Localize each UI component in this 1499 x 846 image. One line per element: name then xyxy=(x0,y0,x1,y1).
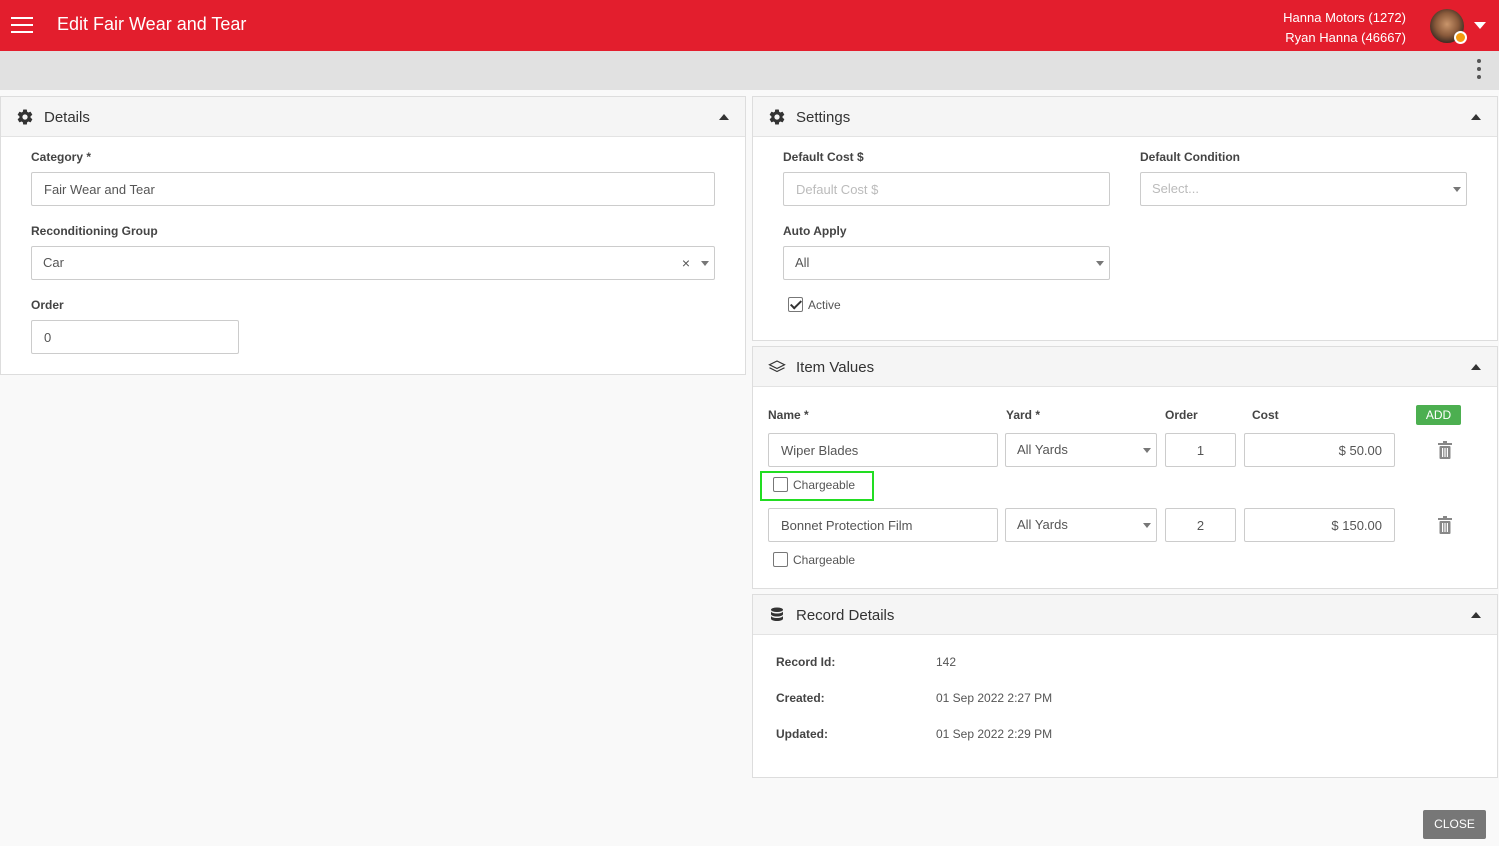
collapse-caret-icon[interactable] xyxy=(1471,612,1481,618)
collapse-caret-icon[interactable] xyxy=(719,114,729,120)
chevron-down-icon xyxy=(1453,187,1461,192)
page-title: Edit Fair Wear and Tear xyxy=(57,14,247,34)
item-yard-select[interactable]: All Yards xyxy=(1005,508,1157,542)
record-details-header[interactable]: Record Details xyxy=(753,595,1497,635)
item-chargeable-label: Chargeable xyxy=(793,553,856,567)
name-column-header: Name * xyxy=(768,408,809,422)
record-id-value: 142 xyxy=(936,655,957,669)
order-label: Order xyxy=(31,298,64,312)
record-details-title: Record Details xyxy=(796,607,895,624)
record-details-panel: Record Details xyxy=(752,594,1498,778)
hamburger-menu-icon[interactable] xyxy=(11,17,33,35)
item-values-title: Item Values xyxy=(796,359,875,376)
item-yard-value: All Yards xyxy=(1017,442,1068,457)
chevron-down-icon xyxy=(1143,523,1151,528)
item-name-input[interactable] xyxy=(768,433,998,467)
layers-icon xyxy=(768,360,786,373)
user-menu-caret-icon[interactable] xyxy=(1474,22,1486,29)
item-cost-input[interactable] xyxy=(1244,508,1395,542)
updated-label: Updated: xyxy=(776,727,828,741)
gear-icon xyxy=(769,109,785,125)
reconditioning-group-select[interactable]: Car × xyxy=(31,246,715,280)
chevron-down-icon xyxy=(701,261,709,266)
chevron-down-icon xyxy=(1143,448,1151,453)
item-yard-select[interactable]: All Yards xyxy=(1005,433,1157,467)
item-values-header[interactable]: Item Values xyxy=(753,347,1497,387)
collapse-caret-icon[interactable] xyxy=(1471,364,1481,370)
settings-header[interactable]: Settings xyxy=(753,97,1497,137)
category-label: Category * xyxy=(31,150,92,164)
order-input[interactable] xyxy=(31,320,239,354)
details-title: Details xyxy=(44,109,90,126)
default-condition-select[interactable]: Select... xyxy=(1140,172,1467,206)
status-dot-icon xyxy=(1454,31,1467,44)
item-order-input[interactable] xyxy=(1165,508,1236,542)
item-order-input[interactable] xyxy=(1165,433,1236,467)
settings-title: Settings xyxy=(796,109,851,126)
updated-value: 01 Sep 2022 2:29 PM xyxy=(936,727,1053,741)
created-label: Created: xyxy=(776,691,825,705)
item-chargeable-checkbox[interactable] xyxy=(773,552,788,567)
collapse-caret-icon[interactable] xyxy=(1471,114,1481,120)
cost-column-header: Cost xyxy=(1252,408,1279,422)
item-cost-input[interactable] xyxy=(1244,433,1395,467)
auto-apply-select[interactable]: All xyxy=(783,246,1110,280)
reconditioning-group-label: Reconditioning Group xyxy=(31,224,158,238)
item-values-panel: Item Values xyxy=(752,346,1498,589)
settings-panel: Settings xyxy=(752,96,1498,341)
details-header[interactable]: Details xyxy=(1,97,745,137)
default-cost-input[interactable] xyxy=(783,172,1110,206)
gear-icon xyxy=(17,109,33,125)
trash-icon[interactable] xyxy=(1438,441,1452,459)
top-bar: Edit Fair Wear and Tear Hanna Motors (12… xyxy=(0,0,1499,51)
trash-icon[interactable] xyxy=(1438,516,1452,534)
action-bar xyxy=(0,51,1499,90)
more-options-icon[interactable] xyxy=(1475,59,1483,81)
default-condition-label: Default Condition xyxy=(1140,150,1240,164)
reconditioning-group-value: Car xyxy=(43,255,64,270)
order-column-header: Order xyxy=(1165,408,1198,422)
auto-apply-label: Auto Apply xyxy=(783,224,847,238)
add-item-button[interactable]: ADD xyxy=(1416,405,1461,425)
user-info[interactable]: Hanna Motors (1272) Ryan Hanna (46667) xyxy=(1283,8,1406,48)
user-name: Ryan Hanna (46667) xyxy=(1285,30,1406,45)
record-id-label: Record Id: xyxy=(776,655,836,669)
active-checkbox[interactable] xyxy=(788,297,803,312)
default-condition-placeholder: Select... xyxy=(1152,181,1199,196)
category-input[interactable] xyxy=(31,172,715,206)
highlight-box xyxy=(760,471,874,501)
close-button[interactable]: CLOSE xyxy=(1423,810,1486,839)
company-name: Hanna Motors (1272) xyxy=(1283,10,1406,25)
auto-apply-value: All xyxy=(795,255,810,270)
clear-icon[interactable]: × xyxy=(682,247,690,279)
active-label: Active xyxy=(808,298,841,312)
created-value: 01 Sep 2022 2:27 PM xyxy=(936,691,1053,705)
item-yard-value: All Yards xyxy=(1017,517,1068,532)
item-name-input[interactable] xyxy=(768,508,998,542)
default-cost-label: Default Cost $ xyxy=(783,150,864,164)
yard-column-header: Yard * xyxy=(1006,408,1041,422)
chevron-down-icon xyxy=(1096,261,1104,266)
database-icon xyxy=(771,607,783,621)
